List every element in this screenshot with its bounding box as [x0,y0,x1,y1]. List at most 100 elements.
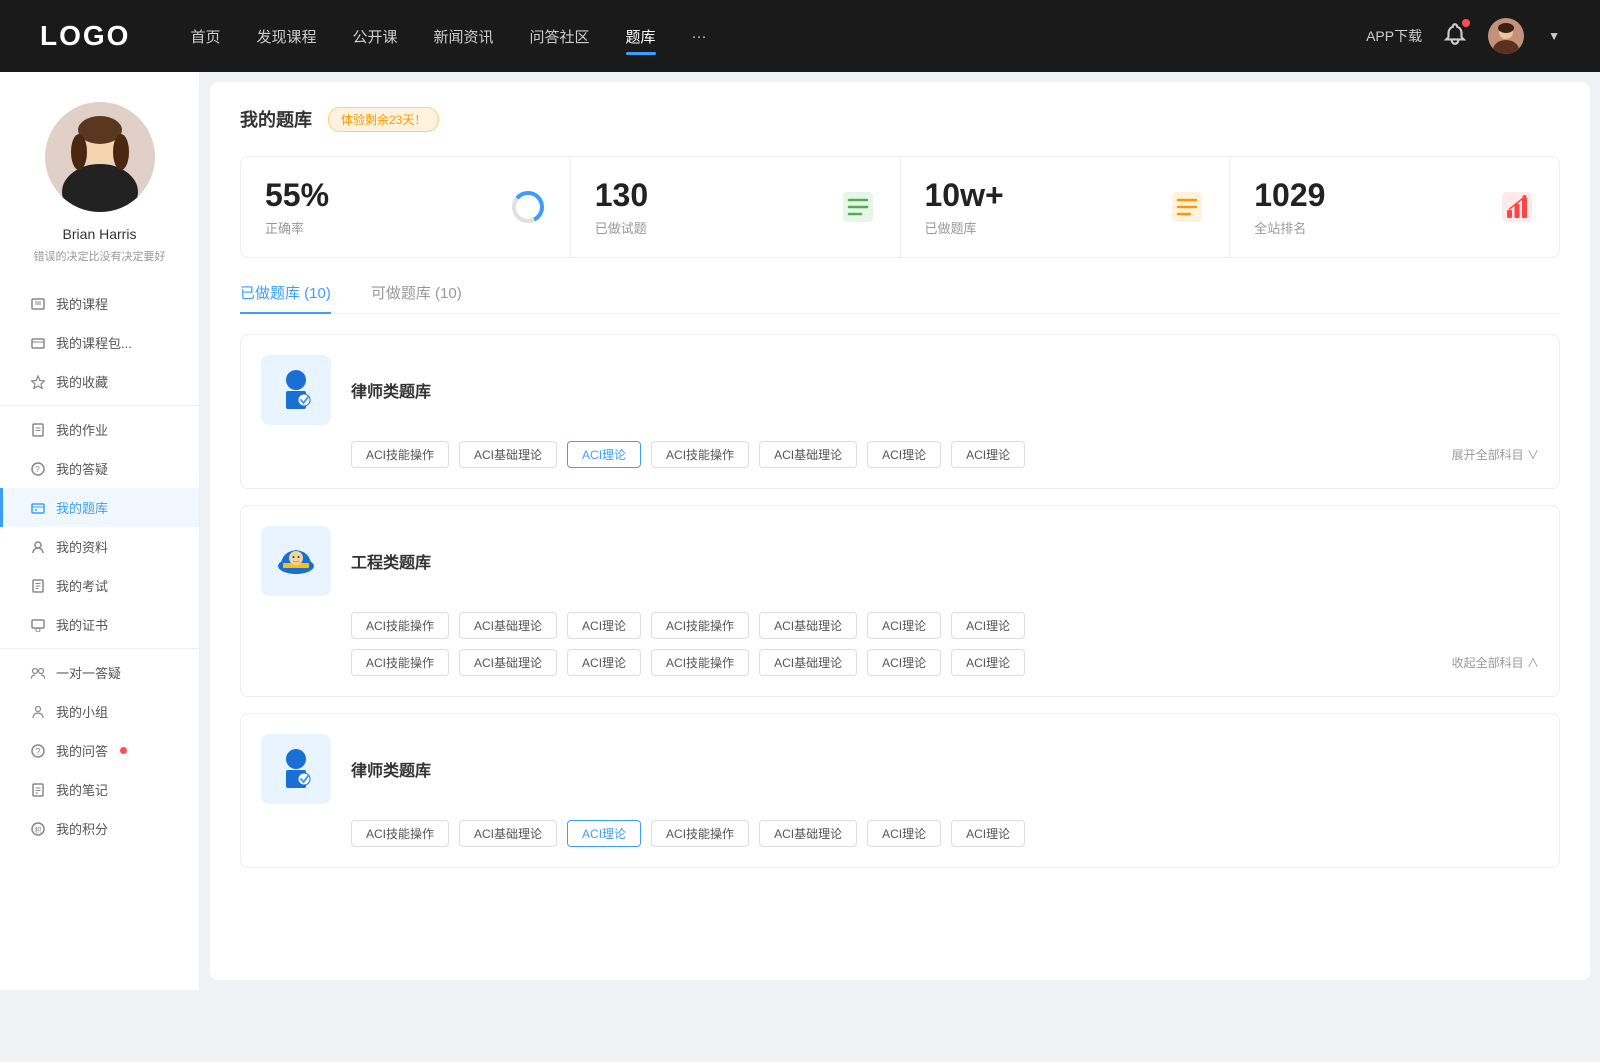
list-orange-icon [1169,189,1205,225]
user-avatar[interactable] [1488,18,1524,54]
sidebar-item-my-course-label: 我的课程 [56,294,108,313]
tag-0-1[interactable]: ACI基础理论 [459,441,557,468]
sidebar-item-my-favorites[interactable]: 我的收藏 [0,362,199,401]
tag-1-1[interactable]: ACI基础理论 [459,612,557,639]
sidebar: Brian Harris 错误的决定比没有决定要好 我的课程 我的课程包... [0,72,200,990]
tag-1-0[interactable]: ACI技能操作 [351,612,449,639]
homework-icon [30,422,46,438]
page-title: 我的题库 [240,106,312,132]
stat-site-rank: 1029 全站排名 [1230,157,1559,257]
tag-0-3[interactable]: ACI技能操作 [651,441,749,468]
tag-0-2[interactable]: ACI理论 [567,441,641,468]
sidebar-item-one-on-one-label: 一对一答疑 [56,663,121,682]
tag-2-6[interactable]: ACI理论 [951,820,1025,847]
tag-2-4[interactable]: ACI基础理论 [759,820,857,847]
tag-1-3[interactable]: ACI技能操作 [651,612,749,639]
one-on-one-icon [30,665,46,681]
nav-open-course[interactable]: 公开课 [352,22,397,51]
stat-accuracy-label: 正确率 [265,218,494,237]
bank-card-1-collapse[interactable]: 收起全部科目 ∧ [1452,654,1539,671]
sidebar-item-my-cert[interactable]: 我的证书 [0,605,199,644]
app-download-btn[interactable]: APP下载 [1366,26,1422,46]
tag-1b-3[interactable]: ACI技能操作 [651,649,749,676]
tag-0-6[interactable]: ACI理论 [951,441,1025,468]
sidebar-item-one-on-one[interactable]: 一对一答疑 [0,653,199,692]
sidebar-username: Brian Harris [63,226,137,242]
cert-icon [30,617,46,633]
sidebar-item-my-cert-label: 我的证书 [56,615,108,634]
sidebar-item-my-points[interactable]: 积 我的积分 [0,809,199,848]
tag-0-0[interactable]: ACI技能操作 [351,441,449,468]
sidebar-menu: 我的课程 我的课程包... 我的收藏 [0,284,199,848]
tag-1b-1[interactable]: ACI基础理论 [459,649,557,676]
bar-red-icon [1499,189,1535,225]
nav-more[interactable]: ··· [692,24,707,49]
stat-banks-done-label: 已做题库 [925,218,1154,237]
tag-2-3[interactable]: ACI技能操作 [651,820,749,847]
sidebar-avatar-image [45,102,155,212]
sidebar-item-my-course[interactable]: 我的课程 [0,284,199,323]
tab-available-banks[interactable]: 可做题库 (10) [371,282,462,313]
sidebar-item-my-package[interactable]: 我的课程包... [0,323,199,362]
tag-1b-2[interactable]: ACI理论 [567,649,641,676]
tag-0-5[interactable]: ACI理论 [867,441,941,468]
nav-discover[interactable]: 发现课程 [256,22,316,51]
notification-bell[interactable] [1442,21,1468,52]
stat-accuracy: 55% 正确率 [241,157,571,257]
bank-card-2-tags: ACI技能操作 ACI基础理论 ACI理论 ACI技能操作 ACI基础理论 AC… [261,820,1539,847]
logo[interactable]: LOGO [40,20,130,52]
notification-badge [1462,19,1470,27]
navbar: LOGO 首页 发现课程 公开课 新闻资讯 问答社区 题库 ··· APP下载 … [0,0,1600,72]
nav-home[interactable]: 首页 [190,22,220,51]
tab-done-banks[interactable]: 已做题库 (10) [240,282,331,313]
sidebar-item-my-qa[interactable]: ? 我的答疑 [0,449,199,488]
bank-card-0-expand[interactable]: 展开全部科目 ∨ [1452,446,1539,463]
main-layout: Brian Harris 错误的决定比没有决定要好 我的课程 我的课程包... [0,72,1600,990]
tag-1b-5[interactable]: ACI理论 [867,649,941,676]
bank-card-2-header: 律师类题库 [261,734,1539,804]
sidebar-item-my-bank[interactable]: 我的题库 [0,488,199,527]
sidebar-item-my-homework[interactable]: 我的作业 [0,410,199,449]
sidebar-item-my-profile[interactable]: 我的资料 [0,527,199,566]
tag-1-2[interactable]: ACI理论 [567,612,641,639]
stat-site-rank-label: 全站排名 [1254,218,1483,237]
sidebar-divider-1 [0,405,199,406]
points-icon: 积 [30,821,46,837]
qa-icon: ? [30,461,46,477]
stat-accuracy-text: 55% 正确率 [265,177,494,237]
page-header: 我的题库 体验剩余23天！ [240,106,1560,132]
tag-2-5[interactable]: ACI理论 [867,820,941,847]
tag-2-0[interactable]: ACI技能操作 [351,820,449,847]
tag-2-1[interactable]: ACI基础理论 [459,820,557,847]
sidebar-item-my-exam[interactable]: 我的考试 [0,566,199,605]
nav-menu: 首页 发现课程 公开课 新闻资讯 问答社区 题库 ··· [190,22,1366,51]
question-icon: ? [30,743,46,759]
tag-2-2[interactable]: ACI理论 [567,820,641,847]
avatar-image [1488,18,1524,54]
tag-1-4[interactable]: ACI基础理论 [759,612,857,639]
nav-bank[interactable]: 题库 [626,22,656,51]
bank-card-0-name: 律师类题库 [351,378,431,402]
sidebar-item-my-note[interactable]: 我的笔记 [0,770,199,809]
tag-1b-4[interactable]: ACI基础理论 [759,649,857,676]
sidebar-item-my-exam-label: 我的考试 [56,576,108,595]
tag-1-5[interactable]: ACI理论 [867,612,941,639]
note-icon [30,782,46,798]
sidebar-item-my-group[interactable]: 我的小组 [0,692,199,731]
tag-0-4[interactable]: ACI基础理论 [759,441,857,468]
bank-card-0-tags: ACI技能操作 ACI基础理论 ACI理论 ACI技能操作 ACI基础理论 AC… [261,441,1539,468]
bank-card-1-name: 工程类题库 [351,549,431,573]
nav-news[interactable]: 新闻资讯 [434,22,494,51]
exam-icon [30,578,46,594]
main-content: 我的题库 体验剩余23天！ 55% 正确率 [210,82,1590,980]
user-dropdown-arrow[interactable]: ▼ [1548,29,1560,43]
sidebar-item-my-question[interactable]: ? 我的问答 [0,731,199,770]
tag-1b-0[interactable]: ACI技能操作 [351,649,449,676]
group-icon [30,704,46,720]
list-green-icon [840,189,876,225]
nav-qa[interactable]: 问答社区 [530,22,590,51]
bank-card-1-second-tags: ACI技能操作 ACI基础理论 ACI理论 ACI技能操作 ACI基础理论 AC… [261,649,1539,676]
sidebar-item-my-profile-label: 我的资料 [56,537,108,556]
tag-1b-6[interactable]: ACI理论 [951,649,1025,676]
tag-1-6[interactable]: ACI理论 [951,612,1025,639]
